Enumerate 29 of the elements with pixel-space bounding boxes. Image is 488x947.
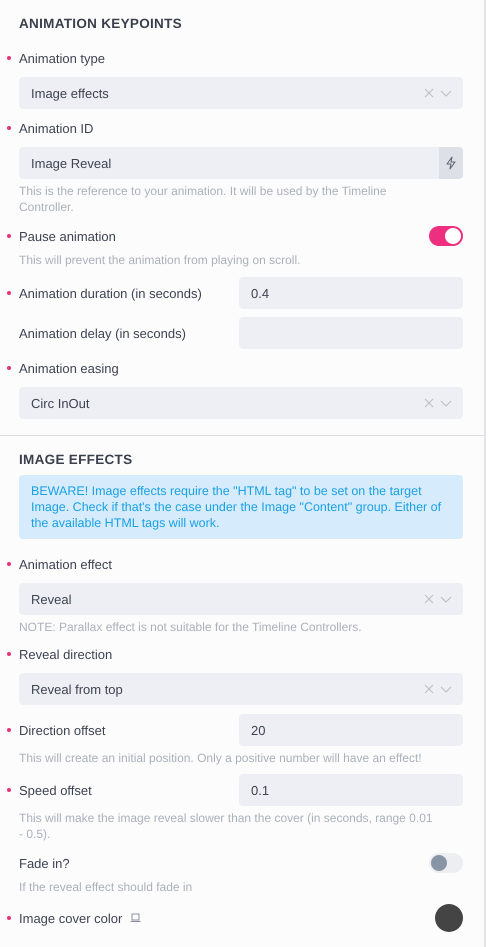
section-title: IMAGE EFFECTS (19, 452, 134, 467)
number-field[interactable]: 0.1 (239, 774, 463, 806)
field-label: Animation easing (19, 360, 119, 376)
field-label: Pause animation (19, 228, 116, 244)
field-label: Animation effect (19, 556, 112, 572)
section-title: ANIMATION KEYPOINTS (19, 16, 183, 31)
help-text: If the reveal effect should fade in (19, 879, 194, 895)
select-field[interactable]: Circ InOut (19, 387, 463, 419)
field-label: Animation delay (in seconds) (19, 326, 186, 340)
number-field[interactable]: 0.4 (239, 277, 463, 309)
field-label: Fade in? (19, 856, 70, 870)
field-label: Animation duration (in seconds) (19, 286, 202, 300)
select-field[interactable]: Reveal from top (19, 673, 463, 705)
field-label: Animation ID (19, 120, 94, 136)
field-label: Reveal direction (19, 646, 112, 662)
field-label: Animation type (19, 50, 105, 66)
warning-notice: BEWARE! Image effects require the "HTML tag" to be set on the target Image. Check if that's the case under the Image "Content" group. Either of the available HTML tags will work. (19, 475, 463, 539)
select-field[interactable]: Reveal (19, 583, 463, 615)
help-text: This will create an initial position. Only a positive number will have an effect! (19, 750, 423, 766)
text-field[interactable]: Image Reveal (19, 147, 439, 179)
help-text: NOTE: Parallax effect is not suitable for the Timeline Controllers. (19, 619, 363, 635)
field-label: Direction offset (19, 722, 106, 738)
select-field[interactable]: Image effects (19, 77, 463, 109)
field-label: Image cover color (19, 910, 122, 926)
number-field[interactable]: 20 (239, 714, 463, 746)
field-label: Speed offset (19, 782, 92, 798)
help-text: This is the reference to your animation. It will be used by the Timeline Controller. (19, 183, 388, 215)
help-text: This will make the image reveal slower than the cover (in seconds, range 0.01 - 0.5). (19, 810, 434, 842)
help-text: This will prevent the animation from playing on scroll. (19, 252, 302, 268)
